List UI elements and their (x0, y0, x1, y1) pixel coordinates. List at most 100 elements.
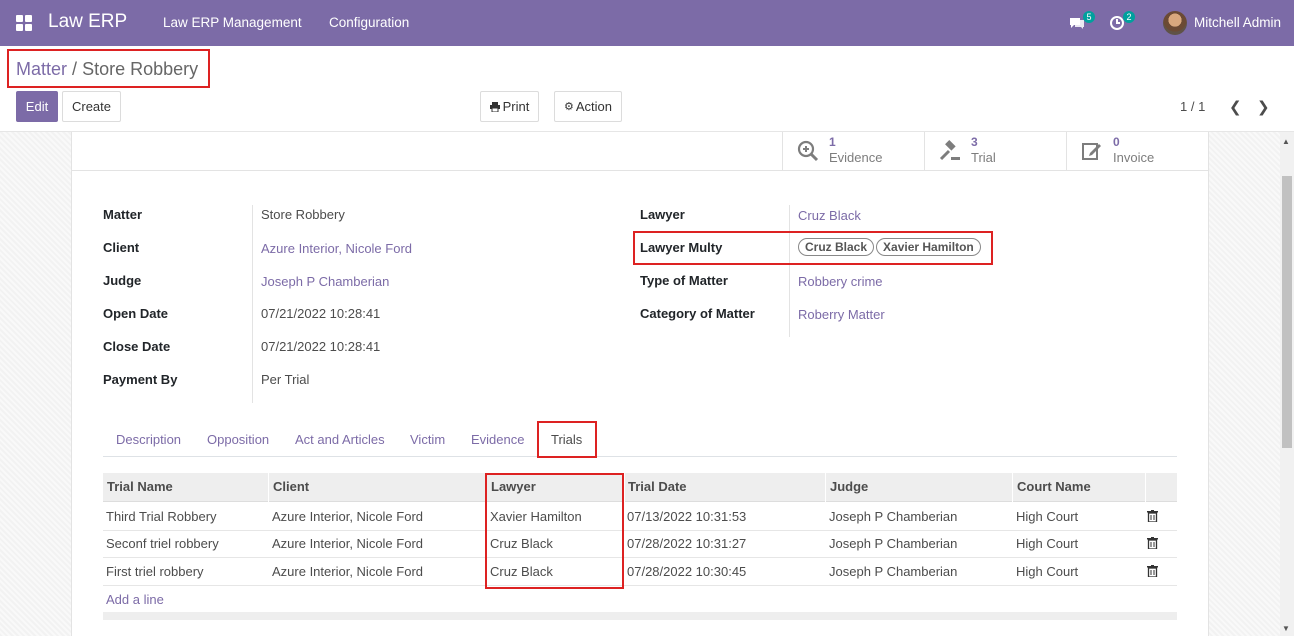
close-date-label: Close Date (103, 339, 171, 354)
scroll-up-icon[interactable]: ▲ (1282, 137, 1290, 146)
action-label: Action (575, 99, 612, 114)
row-0-judge[interactable]: Joseph P Chamberian (829, 509, 957, 524)
action-button[interactable]: ⚙ Action (554, 91, 622, 122)
tag-xavier-hamilton[interactable]: Xavier Hamilton (876, 238, 981, 256)
table-footer (103, 612, 1177, 620)
row-1-court-name[interactable]: High Court (1016, 536, 1078, 551)
add-a-line-link[interactable]: Add a line (106, 592, 164, 607)
messages-icon[interactable]: 5 (1068, 11, 1095, 32)
tab-evidence[interactable]: Evidence (471, 432, 524, 447)
header-client[interactable]: Client (273, 479, 309, 494)
lawyer-multy-label: Lawyer Multy (640, 240, 723, 255)
judge-link[interactable]: Joseph P Chamberian (261, 274, 389, 289)
create-button[interactable]: Create (62, 91, 121, 122)
gavel-icon (939, 140, 960, 161)
tabs-divider (103, 456, 1177, 457)
header-trial-name[interactable]: Trial Name (107, 479, 173, 494)
header-trial-date[interactable]: Trial Date (628, 479, 687, 494)
row-divider (103, 585, 1177, 586)
search-plus-icon (797, 140, 819, 162)
category-of-matter-label: Category of Matter (640, 306, 755, 321)
edit-button[interactable]: Edit (16, 91, 58, 122)
matter-label: Matter (103, 207, 143, 222)
print-label: Print (502, 99, 530, 114)
row-2-judge[interactable]: Joseph P Chamberian (829, 564, 957, 579)
row-1-trial-name[interactable]: Seconf triel robbery (106, 536, 219, 551)
top-navbar: Law ERP Law ERP Management Configuration… (0, 0, 1294, 46)
client-label: Client (103, 240, 140, 255)
breadcrumb-parent-link[interactable]: Matter (16, 59, 67, 79)
matter-value: Store Robbery (261, 207, 345, 222)
payment-by-label: Payment By (103, 372, 178, 387)
judge-label: Judge (103, 273, 142, 288)
pager-previous-icon[interactable]: ❮ (1229, 98, 1242, 116)
left-field-separator (252, 205, 253, 403)
evidence-smart-button[interactable]: 1 Evidence (782, 132, 924, 171)
row-1-judge[interactable]: Joseph P Chamberian (829, 536, 957, 551)
pager-next-icon[interactable]: ❯ (1257, 98, 1270, 116)
row-2-client[interactable]: Azure Interior, Nicole Ford (272, 564, 423, 579)
client-link[interactable]: Azure Interior, Nicole Ford (261, 241, 412, 256)
row-2-trial-date[interactable]: 07/28/2022 10:30:45 (627, 564, 746, 579)
trash-icon[interactable] (1147, 510, 1158, 522)
pager-value[interactable]: 1 / 1 (1180, 99, 1205, 114)
trials-tab-highlight-box (537, 421, 597, 458)
edit-icon (1082, 143, 1101, 160)
apps-menu-icon[interactable] (16, 15, 32, 31)
lawyer-multy-tags: Cruz Black Xavier Hamilton (798, 238, 983, 256)
open-date-value: 07/21/2022 10:28:41 (261, 306, 381, 321)
right-field-separator (789, 205, 790, 337)
row-2-court-name[interactable]: High Court (1016, 564, 1078, 579)
invoice-count: 0 (1113, 135, 1120, 149)
row-2-trial-name[interactable]: First triel robbery (106, 564, 204, 579)
header-court-name[interactable]: Court Name (1017, 479, 1091, 494)
scrollbar-thumb[interactable] (1282, 176, 1292, 448)
close-date-value: 07/21/2022 10:28:41 (261, 339, 381, 354)
tab-opposition[interactable]: Opposition (207, 432, 269, 447)
activities-count-badge: 2 (1123, 11, 1135, 23)
lawyer-column-highlight-box (485, 473, 624, 589)
app-brand[interactable]: Law ERP (48, 11, 127, 33)
row-0-trial-date[interactable]: 07/13/2022 10:31:53 (627, 509, 746, 524)
breadcrumb-current: Store Robbery (82, 59, 199, 79)
header-separator (825, 473, 826, 502)
printer-icon (489, 101, 500, 112)
row-0-client[interactable]: Azure Interior, Nicole Ford (272, 509, 423, 524)
header-separator (1012, 473, 1013, 502)
breadcrumb: Matter / Store Robbery (16, 59, 198, 80)
invoice-label: Invoice (1113, 150, 1155, 165)
trash-icon[interactable] (1147, 537, 1158, 549)
header-separator (1145, 473, 1146, 502)
row-0-trial-name[interactable]: Third Trial Robbery (106, 509, 217, 524)
evidence-label: Evidence (829, 150, 883, 165)
open-date-label: Open Date (103, 306, 169, 321)
row-1-client[interactable]: Azure Interior, Nicole Ford (272, 536, 423, 551)
gear-icon: ⚙ (563, 101, 574, 113)
header-judge[interactable]: Judge (830, 479, 868, 494)
category-of-matter-link[interactable]: Roberry Matter (798, 307, 885, 322)
activities-clock-icon[interactable]: 2 (1108, 11, 1135, 32)
tab-description[interactable]: Description (116, 432, 181, 447)
header-separator (624, 473, 625, 502)
scroll-down-icon[interactable]: ▼ (1282, 624, 1290, 633)
row-0-court-name[interactable]: High Court (1016, 509, 1078, 524)
trash-icon[interactable] (1147, 565, 1158, 577)
invoice-smart-button[interactable]: 0 Invoice (1066, 132, 1208, 171)
evidence-count: 1 (829, 135, 836, 149)
row-1-trial-date[interactable]: 07/28/2022 10:31:27 (627, 536, 746, 551)
user-avatar[interactable] (1163, 11, 1187, 35)
tab-act-and-articles[interactable]: Act and Articles (295, 432, 385, 447)
lawyer-link[interactable]: Cruz Black (798, 208, 861, 223)
breadcrumb-separator: / (72, 59, 78, 79)
menu-configuration[interactable]: Configuration (329, 15, 409, 30)
type-of-matter-link[interactable]: Robbery crime (798, 274, 883, 289)
user-name[interactable]: Mitchell Admin (1194, 15, 1281, 30)
menu-law-erp-management[interactable]: Law ERP Management (163, 15, 302, 30)
row-divider (103, 557, 1177, 558)
tab-victim[interactable]: Victim (410, 432, 445, 447)
tag-cruz-black[interactable]: Cruz Black (798, 238, 875, 256)
row-divider (103, 530, 1177, 531)
trial-smart-button[interactable]: 3 Trial (924, 132, 1066, 171)
print-button[interactable]: Print (480, 91, 539, 122)
payment-by-value: Per Trial (261, 372, 310, 387)
